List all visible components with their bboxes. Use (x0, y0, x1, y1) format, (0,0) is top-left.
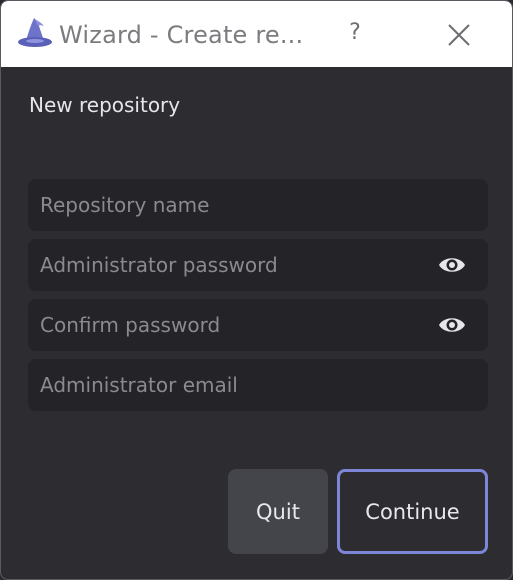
close-icon (448, 24, 470, 46)
admin-password-input[interactable] (40, 239, 430, 291)
title-bar[interactable]: Wizard - Create re... ? (1, 1, 512, 67)
continue-button[interactable]: Continue (337, 469, 488, 554)
show-password-button[interactable] (436, 251, 468, 279)
repository-name-field[interactable] (28, 179, 488, 231)
quit-button[interactable]: Quit (228, 469, 328, 554)
form-heading: New repository (29, 93, 181, 117)
confirm-password-input[interactable] (40, 299, 430, 351)
confirm-password-field[interactable] (28, 299, 488, 351)
wizard-window: Wizard - Create re... ? New repository R… (0, 0, 513, 580)
eye-icon (439, 318, 465, 332)
help-button[interactable]: ? (341, 15, 369, 51)
eye-icon (439, 258, 465, 272)
repository-name-input[interactable] (40, 179, 430, 231)
window-title: Wizard - Create re... (59, 21, 304, 49)
show-confirm-password-button[interactable] (436, 311, 468, 339)
admin-email-input[interactable] (40, 359, 430, 411)
wizard-hat-icon (18, 18, 52, 47)
admin-password-field[interactable] (28, 239, 488, 291)
admin-email-field[interactable] (28, 359, 488, 411)
close-button[interactable] (441, 17, 477, 53)
